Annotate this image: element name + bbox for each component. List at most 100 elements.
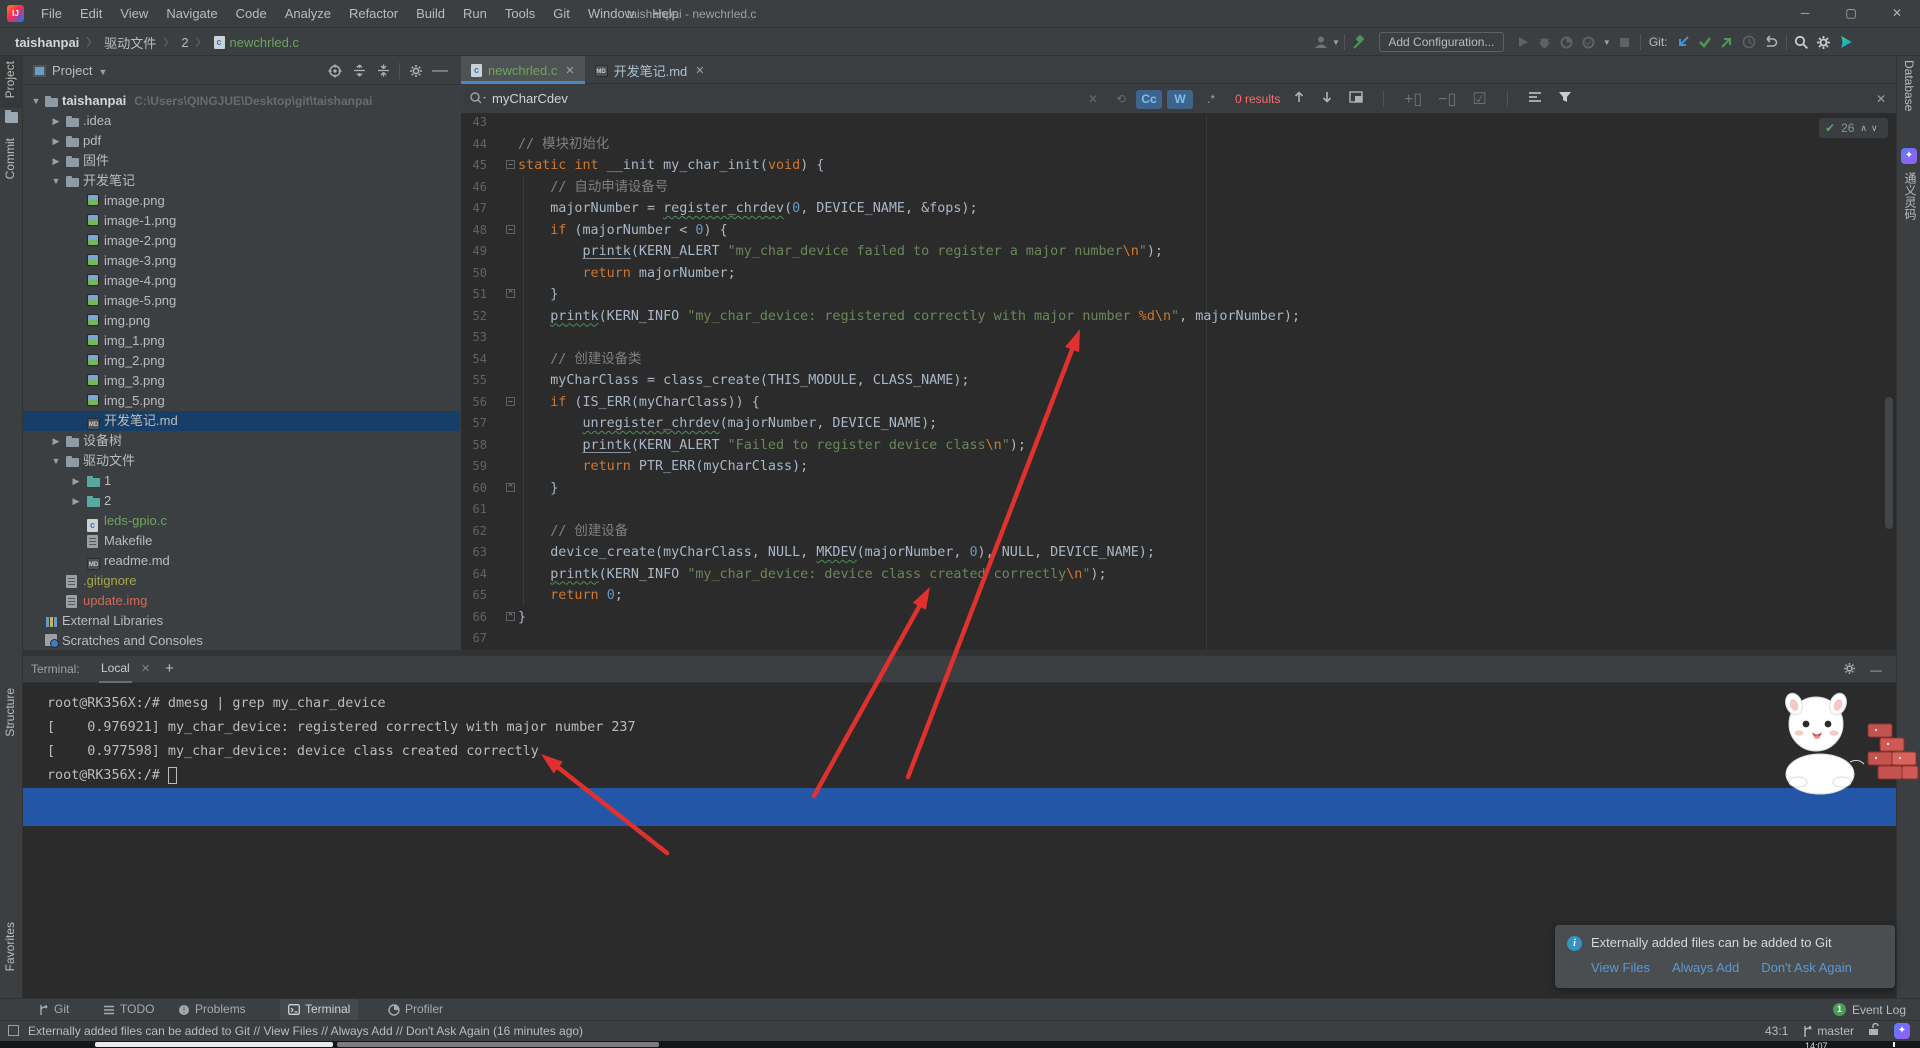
tree-item-image-1.png[interactable]: image-1.png (23, 211, 460, 231)
caret-position[interactable]: 43:1 (1765, 1024, 1788, 1038)
fold-marker-icon[interactable]: − (506, 160, 515, 169)
code-line-59[interactable]: 59 return PTR_ERR(myCharClass); (461, 456, 1896, 478)
hide-panel-icon[interactable]: — (428, 61, 452, 81)
tree-item-开发笔记.md[interactable]: MD开发笔记.md (23, 411, 460, 431)
remove-selection-icon[interactable]: −▯ (1438, 89, 1456, 109)
tree-item-驱动文件[interactable]: ▼驱动文件 (23, 451, 460, 471)
fold-marker-icon[interactable]: ^ (506, 612, 515, 621)
maximize-button[interactable]: ▢ (1828, 0, 1874, 28)
settings-gear-icon[interactable] (1813, 32, 1835, 52)
select-all-occurrences-icon[interactable] (1349, 90, 1363, 108)
stripe-tab-structure[interactable]: Structure (3, 688, 17, 737)
stripe-tab-commit[interactable]: Commit (3, 138, 17, 179)
stripe-tab-database[interactable]: Database (1902, 60, 1916, 111)
multiline-search-icon[interactable] (1528, 90, 1542, 108)
code-line-64[interactable]: 64 printk(KERN_INFO "my_char_device: dev… (461, 564, 1896, 586)
toolwindow-problems[interactable]: !Problems (170, 999, 254, 1020)
search-history-icon[interactable]: ⟲ (1116, 84, 1126, 114)
search-clear-icon[interactable]: ✕ (1088, 84, 1098, 114)
filter-icon[interactable] (1558, 90, 1572, 108)
words-toggle[interactable]: W (1167, 90, 1193, 109)
tree-item-开发笔记[interactable]: ▼开发笔记 (23, 171, 460, 191)
menu-git[interactable]: Git (544, 0, 579, 28)
menu-file[interactable]: File (32, 0, 71, 28)
debug-icon[interactable] (1534, 32, 1556, 52)
tree-item-readme.md[interactable]: MDreadme.md (23, 551, 460, 571)
menu-code[interactable]: Code (227, 0, 276, 28)
menu-view[interactable]: View (111, 0, 157, 28)
coverage-icon[interactable] (1578, 32, 1600, 52)
tree-item-image-4.png[interactable]: image-4.png (23, 271, 460, 291)
panel-settings-gear-icon[interactable] (404, 61, 428, 81)
fold-marker-icon[interactable]: − (506, 397, 515, 406)
close-button[interactable]: ✕ (1874, 0, 1920, 28)
project-view-select[interactable]: Project▼ (33, 56, 107, 87)
run-options-dropdown-icon[interactable]: ▼ (1603, 38, 1611, 47)
breadcrumb-item[interactable]: 2 (181, 35, 188, 50)
git-push-icon[interactable] (1716, 32, 1738, 52)
menu-analyze[interactable]: Analyze (276, 0, 340, 28)
tree-item-2[interactable]: ▶2 (23, 491, 460, 511)
expand-all-icon[interactable] (347, 61, 371, 81)
run-configuration-select[interactable]: Add Configuration... (1379, 32, 1504, 52)
code-line-66[interactable]: 66^} (461, 607, 1896, 629)
code-line-49[interactable]: 49 printk(KERN_ALERT "my_char_device fai… (461, 241, 1896, 263)
run-icon[interactable] (1512, 32, 1534, 52)
code-line-60[interactable]: 60^ } (461, 478, 1896, 500)
minimize-button[interactable]: ─ (1782, 0, 1828, 28)
git-update-icon[interactable] (1672, 32, 1694, 52)
code-line-47[interactable]: 47 majorNumber = register_chrdev(0, DEVI… (461, 198, 1896, 220)
git-branch-widget[interactable]: master (1802, 1024, 1854, 1038)
check-selection-icon[interactable]: ☑ (1472, 89, 1486, 109)
tree-item-Makefile[interactable]: Makefile (23, 531, 460, 551)
tree-item-pdf[interactable]: ▶pdf (23, 131, 460, 151)
fold-marker-icon[interactable]: ^ (506, 289, 515, 298)
stripe-tab-tongyi[interactable]: 通义灵码 (1902, 172, 1919, 220)
stop-icon[interactable] (1614, 32, 1636, 52)
tree-item-img_3.png[interactable]: img_3.png (23, 371, 460, 391)
profile-icon[interactable] (1556, 32, 1578, 52)
plugin-colorful-icon[interactable] (1835, 32, 1857, 52)
tab-close-icon[interactable]: ✕ (695, 64, 704, 77)
code-line-65[interactable]: 65 return 0; (461, 585, 1896, 607)
tree-item-img_5.png[interactable]: img_5.png (23, 391, 460, 411)
tree-item-img.png[interactable]: img.png (23, 311, 460, 331)
tree-chevron-icon[interactable]: ▶ (70, 491, 82, 511)
tree-item-External Libraries[interactable]: External Libraries (23, 611, 460, 631)
tree-item-img_2.png[interactable]: img_2.png (23, 351, 460, 371)
hide-terminal-icon[interactable]: — (1870, 663, 1882, 677)
rollback-icon[interactable] (1760, 32, 1782, 52)
tree-item-.gitignore[interactable]: .gitignore (23, 571, 460, 591)
tree-item-img_1.png[interactable]: img_1.png (23, 331, 460, 351)
fold-marker-icon[interactable]: − (506, 225, 515, 234)
locate-file-icon[interactable] (323, 61, 347, 81)
terminal-tab-close-icon[interactable]: ✕ (141, 656, 150, 683)
menu-run[interactable]: Run (454, 0, 496, 28)
tree-chevron-icon[interactable]: ▶ (70, 471, 82, 491)
tree-item-.idea[interactable]: ▶.idea (23, 111, 460, 131)
notification-action-always-add[interactable]: Always Add (1672, 960, 1739, 975)
code-line-57[interactable]: 57 unregister_chrdev(majorNumber, DEVICE… (461, 413, 1896, 435)
code-line-44[interactable]: 44// 模块初始化 (461, 134, 1896, 156)
code-line-46[interactable]: 46 // 自动申请设备号 (461, 177, 1896, 199)
code-line-61[interactable]: 61 (461, 499, 1896, 521)
fold-marker-icon[interactable]: ^ (506, 483, 515, 492)
search-input[interactable]: myCharCdev (492, 84, 568, 114)
tree-item-image.png[interactable]: image.png (23, 191, 460, 211)
code-line-58[interactable]: 58 printk(KERN_ALERT "Failed to register… (461, 435, 1896, 457)
menu-navigate[interactable]: Navigate (157, 0, 226, 28)
tree-item-image-5.png[interactable]: image-5.png (23, 291, 460, 311)
add-selection-icon[interactable]: +▯ (1404, 89, 1422, 109)
code-line-50[interactable]: 50 return majorNumber; (461, 263, 1896, 285)
toolwindow-todo[interactable]: TODO (95, 999, 162, 1020)
tree-chevron-icon[interactable]: ▶ (50, 431, 62, 451)
tree-item-update.img[interactable]: update.img (23, 591, 460, 611)
collapse-all-icon[interactable] (371, 61, 395, 81)
tree-item-1[interactable]: ▶1 (23, 471, 460, 491)
prev-occurrence-icon[interactable] (1293, 90, 1305, 108)
menu-build[interactable]: Build (407, 0, 454, 28)
search-everywhere-icon[interactable] (1791, 32, 1813, 52)
code-line-45[interactable]: 45−static int __init my_char_init(void) … (461, 155, 1896, 177)
breadcrumb-item[interactable]: taishanpai (15, 35, 79, 50)
close-search-icon[interactable]: ✕ (1876, 84, 1886, 114)
